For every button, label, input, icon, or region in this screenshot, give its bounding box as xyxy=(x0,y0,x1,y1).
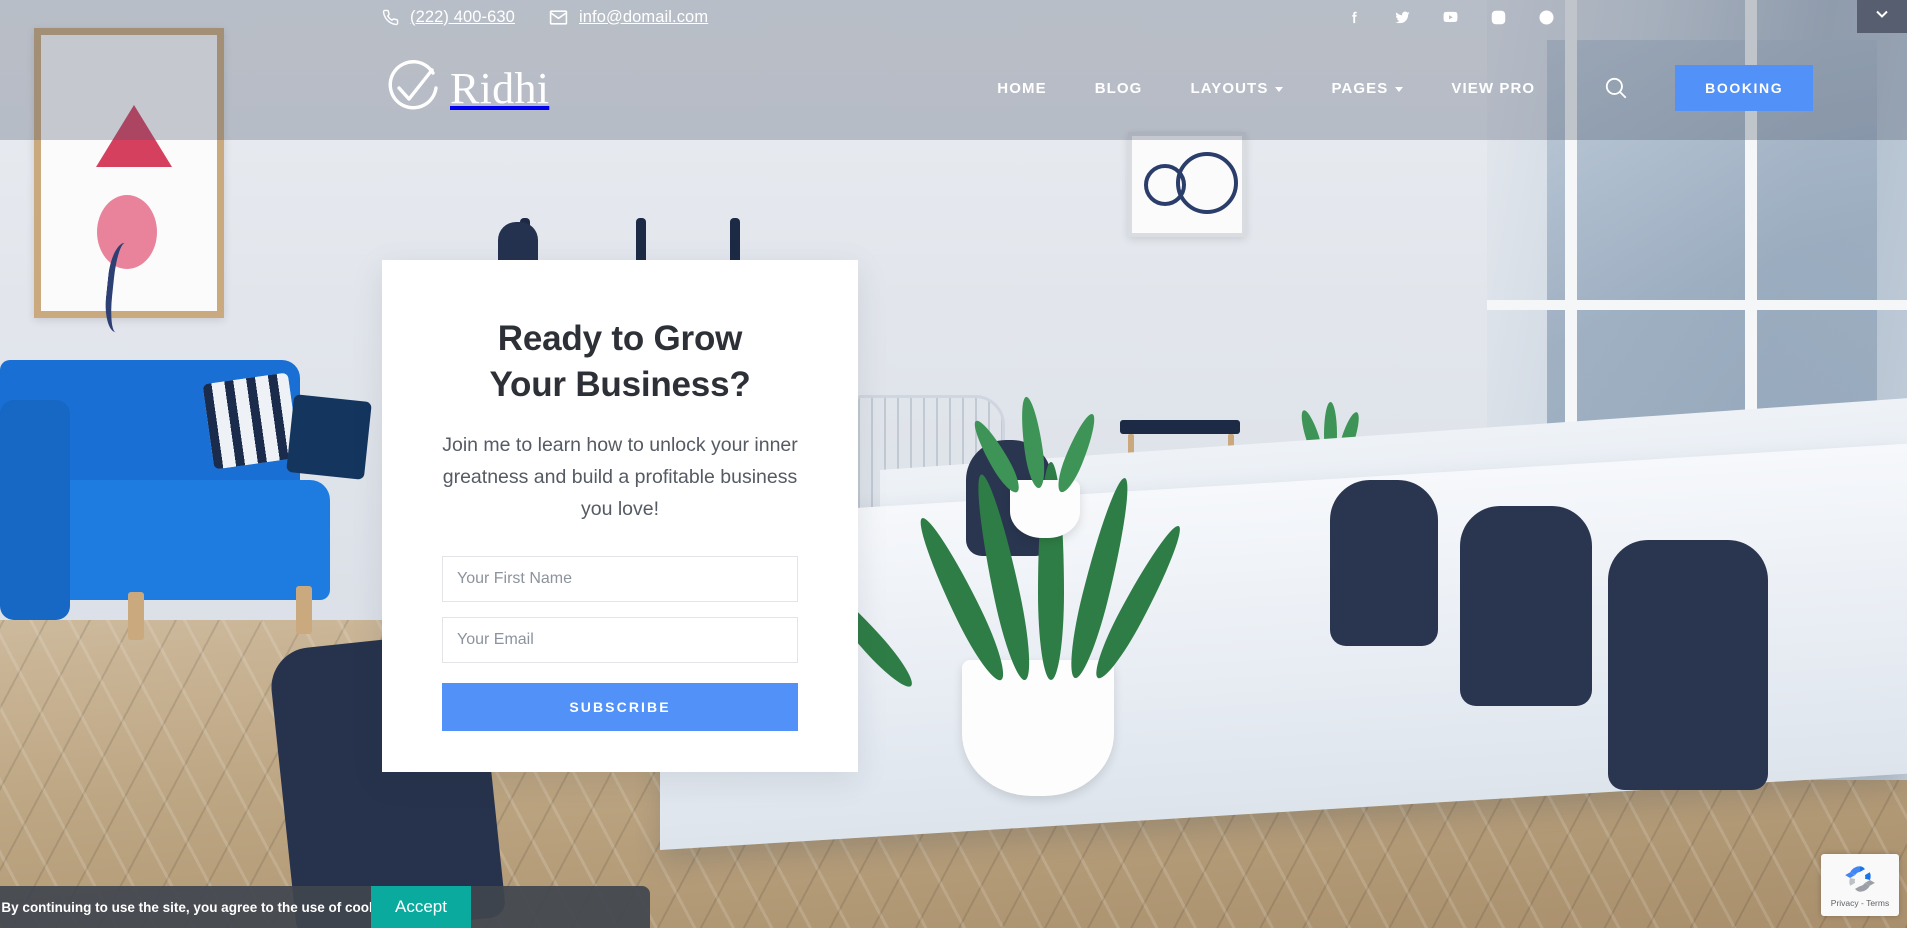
first-name-input[interactable] xyxy=(442,556,798,603)
phone-number-text: (222) 400-630 xyxy=(410,7,515,26)
recaptcha-badge[interactable]: Privacy - Terms xyxy=(1821,854,1899,916)
newsletter-form: SUBSCRIBE xyxy=(442,556,798,732)
chevron-down-icon xyxy=(1395,86,1404,92)
chevron-down-icon xyxy=(1872,4,1892,29)
logo-text: Ridhi xyxy=(450,63,550,113)
office-chair xyxy=(1330,480,1438,646)
collapse-toggle-button[interactable] xyxy=(1857,0,1907,33)
large-plant-pot xyxy=(962,660,1114,796)
nav-item-view-pro-label: VIEW PRO xyxy=(1451,79,1536,97)
striped-pillow xyxy=(202,372,300,470)
cookie-message: By continuing to use the site, you agree… xyxy=(1,899,399,915)
nav-item-home-label: HOME xyxy=(997,79,1047,97)
cta-title: Ready to Grow Your Business? xyxy=(442,316,798,408)
aloe-plant-pot xyxy=(1010,480,1080,538)
newsletter-cta-card: Ready to Grow Your Business? Join me to … xyxy=(382,260,858,772)
nav-item-view-pro[interactable]: VIEW PRO xyxy=(1427,80,1559,97)
cta-title-line1: Ready to Grow xyxy=(497,319,743,358)
top-contact-left: (222) 400-630 info@domail.com xyxy=(382,8,708,27)
nav-item-pages[interactable]: PAGES xyxy=(1307,80,1427,97)
nav-item-pages-label: PAGES xyxy=(1331,79,1389,97)
chevron-down-icon xyxy=(1275,86,1284,92)
phone-link[interactable]: (222) 400-630 xyxy=(382,8,515,27)
subscribe-button[interactable]: SUBSCRIBE xyxy=(442,683,798,732)
recaptcha-icon xyxy=(1843,862,1877,896)
site-logo[interactable]: Ridhi xyxy=(382,57,549,119)
check-circle-logo-icon xyxy=(382,57,444,119)
facebook-icon[interactable] xyxy=(1345,8,1363,26)
navy-pillow xyxy=(286,394,372,480)
nav-item-home[interactable]: HOME xyxy=(973,80,1070,97)
email-input[interactable] xyxy=(442,617,798,664)
side-table-top xyxy=(1120,420,1240,434)
sofa-leg xyxy=(296,586,312,634)
nav-item-blog[interactable]: BLOG xyxy=(1071,80,1167,97)
cta-subtitle: Join me to learn how to unlock your inne… xyxy=(442,434,798,520)
window-mullion xyxy=(1487,300,1907,310)
art-large-circle xyxy=(1176,152,1238,214)
nav-item-layouts-label: LAYOUTS xyxy=(1190,79,1269,97)
nav-links: HOME BLOG LAYOUTS PAGES VIEW PRO BOOKING xyxy=(973,65,1814,111)
booking-button[interactable]: BOOKING xyxy=(1675,65,1814,111)
twitter-icon[interactable] xyxy=(1393,8,1411,26)
instagram-icon[interactable] xyxy=(1489,8,1507,26)
cookie-accept-button[interactable]: Accept xyxy=(371,886,471,928)
office-chair xyxy=(1608,540,1768,790)
pinterest-icon[interactable] xyxy=(1537,8,1555,26)
search-icon[interactable] xyxy=(1603,75,1629,101)
youtube-icon[interactable] xyxy=(1441,8,1459,26)
nav-item-layouts[interactable]: LAYOUTS xyxy=(1166,80,1307,97)
nav-item-blog-label: BLOG xyxy=(1094,79,1143,97)
phone-icon xyxy=(382,9,399,26)
blue-sofa-arm xyxy=(0,400,70,620)
wall-art-frame-right xyxy=(1128,132,1246,237)
email-address-text: info@domail.com xyxy=(578,7,709,26)
cta-title-line2: Your Business? xyxy=(489,365,751,405)
sofa-leg xyxy=(128,592,144,640)
main-navbar: Ridhi HOME BLOG LAYOUTS PAGES VIEW PRO B… xyxy=(0,38,1907,138)
envelope-icon xyxy=(549,8,568,27)
top-contact-bar: (222) 400-630 info@domail.com xyxy=(0,0,1907,34)
cookie-consent-banner: By continuing to use the site, you agree… xyxy=(0,886,650,928)
office-chair xyxy=(1460,506,1592,706)
email-link[interactable]: info@domail.com xyxy=(549,8,708,27)
recaptcha-privacy-terms: Privacy - Terms xyxy=(1830,898,1890,908)
social-links xyxy=(1345,0,1555,34)
